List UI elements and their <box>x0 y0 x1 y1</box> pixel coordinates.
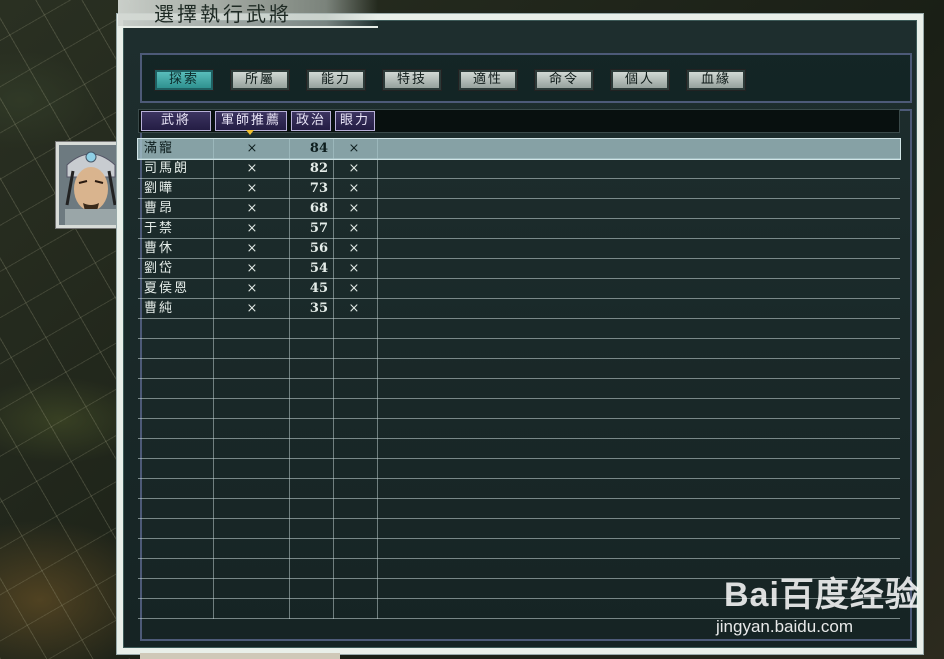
officer-name: 劉岱 <box>144 261 175 276</box>
column-header-politics[interactable]: 政治 <box>291 111 331 131</box>
officer-name: 滿寵 <box>144 141 175 156</box>
politics-value: 73 <box>309 181 328 196</box>
eye-mark: × <box>348 281 360 296</box>
eye-mark: × <box>348 301 360 316</box>
bottom-decoration <box>140 653 340 659</box>
column-header-eye[interactable]: 眼力 <box>335 111 375 131</box>
eye-mark: × <box>348 241 360 256</box>
politics-value: 84 <box>309 141 328 156</box>
recommend-mark: × <box>246 261 258 276</box>
eye-mark: × <box>348 261 360 276</box>
tab-skill[interactable]: 特技 <box>382 69 442 91</box>
table-row[interactable]: 劉岱 × 54 × <box>138 259 900 279</box>
tab-explore[interactable]: 探索 <box>154 69 214 91</box>
officer-name: 夏侯恩 <box>144 281 190 296</box>
table-row[interactable]: 曹休 × 56 × <box>138 239 900 259</box>
eye-mark: × <box>348 141 360 156</box>
officer-name: 于禁 <box>144 221 175 236</box>
watermark-logo: Bai百度经验 <box>724 576 920 614</box>
tab-panel: 探索 所屬 能力 特技 適性 命令 個人 血緣 <box>140 53 912 103</box>
table-row[interactable]: 滿寵 × 84 × <box>137 138 901 160</box>
tab-personal[interactable]: 個人 <box>610 69 670 91</box>
table-row[interactable]: 劉曄 × 73 × <box>138 179 900 199</box>
portrait-face-icon <box>59 145 123 225</box>
politics-value: 45 <box>309 281 328 296</box>
recommend-mark: × <box>246 281 258 296</box>
table-row[interactable]: 司馬朗 × 82 × <box>138 159 900 179</box>
tab-aptitude[interactable]: 適性 <box>458 69 518 91</box>
eye-mark: × <box>348 201 360 216</box>
officer-name: 曹純 <box>144 301 175 316</box>
politics-value: 35 <box>309 301 328 316</box>
watermark-url: jingyan.baidu.com <box>716 617 854 636</box>
officer-name: 司馬朗 <box>144 161 190 176</box>
politics-value: 54 <box>309 261 328 276</box>
eye-mark: × <box>348 181 360 196</box>
officer-name: 曹昂 <box>144 201 175 216</box>
recommend-mark: × <box>246 301 258 316</box>
recommend-mark: × <box>246 181 258 196</box>
table-row[interactable]: 曹昂 × 68 × <box>138 199 900 219</box>
recommend-mark: × <box>246 201 258 216</box>
tab-ability[interactable]: 能力 <box>306 69 366 91</box>
tab-command[interactable]: 命令 <box>534 69 594 91</box>
dialog-title: 選擇執行武將 <box>154 2 292 26</box>
column-header-recommend[interactable]: 軍師推薦 <box>215 111 287 131</box>
eye-mark: × <box>348 161 360 176</box>
sort-desc-icon <box>246 130 254 135</box>
tab-bloodline[interactable]: 血緣 <box>686 69 746 91</box>
recommend-mark: × <box>246 221 258 236</box>
officer-name: 劉曄 <box>144 181 175 196</box>
recommend-mark: × <box>246 241 258 256</box>
tab-affiliation[interactable]: 所屬 <box>230 69 290 91</box>
recommend-mark: × <box>246 161 258 176</box>
eye-mark: × <box>348 221 360 236</box>
map-grid <box>0 0 130 659</box>
politics-value: 57 <box>309 221 328 236</box>
recommend-mark: × <box>246 141 258 156</box>
table-row[interactable]: 于禁 × 57 × <box>138 219 900 239</box>
politics-value: 82 <box>309 161 328 176</box>
column-header-officer[interactable]: 武將 <box>141 111 211 131</box>
table-row[interactable]: 曹純 × 35 × <box>138 299 900 319</box>
table-row[interactable]: 夏侯恩 × 45 × <box>138 279 900 299</box>
politics-value: 68 <box>309 201 328 216</box>
officer-name: 曹休 <box>144 241 175 256</box>
politics-value: 56 <box>309 241 328 256</box>
